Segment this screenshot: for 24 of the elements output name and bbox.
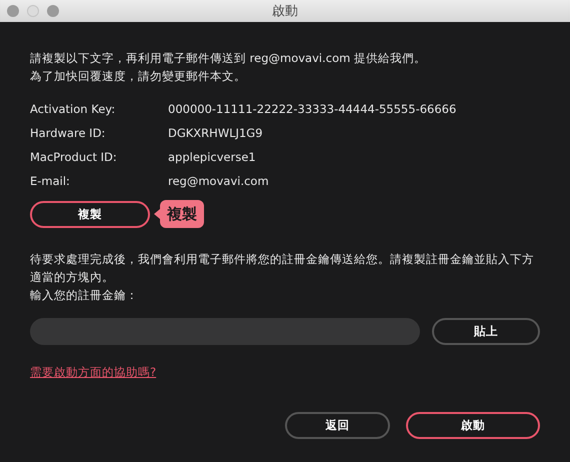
footer-button[interactable]: 返回 [285, 412, 390, 439]
copy-button[interactable]: 複製 [30, 200, 150, 228]
key-label: 輸入您的註冊金鑰： [30, 287, 139, 304]
zoom-icon[interactable] [47, 5, 59, 17]
minimize-icon[interactable] [27, 5, 39, 17]
info-label: Hardware ID: [30, 126, 106, 140]
info-label: Activation Key: [30, 102, 116, 116]
paste-button[interactable]: 貼上 [432, 318, 540, 345]
info-value: applepicverse1 [168, 150, 256, 164]
key-input-field[interactable] [30, 318, 420, 345]
info-label: E-mail: [30, 174, 71, 188]
callout-tooltip: 複製 [160, 200, 204, 228]
close-icon[interactable] [7, 5, 19, 17]
info-value: reg@movavi.com [168, 174, 269, 188]
intro-text: 請複製以下文字，再利用電子郵件傳送到 reg@movavi.com 提供給我們。 [30, 50, 427, 67]
info-label: MacProduct ID: [30, 150, 118, 164]
instructions-text: 待要求處理完成後，我們會利用電子郵件將您的註冊金鑰傳送給您。請複製註冊金鑰並貼入下方適當的方塊內。 [30, 251, 535, 286]
window-title: 啟動 [272, 3, 298, 20]
intro-text: 為了加快回覆速度，請勿變更郵件本文。 [30, 68, 247, 85]
footer-button[interactable]: 啟動 [406, 412, 540, 439]
callout-pointer-icon [154, 209, 160, 219]
info-value: 000000-11111-22222-33333-44444-55555-66666 [168, 102, 456, 116]
info-value: DGKXRHWLJ1G9 [168, 126, 263, 140]
help-link[interactable]: 需要啟動方面的協助嗎? [30, 365, 156, 380]
